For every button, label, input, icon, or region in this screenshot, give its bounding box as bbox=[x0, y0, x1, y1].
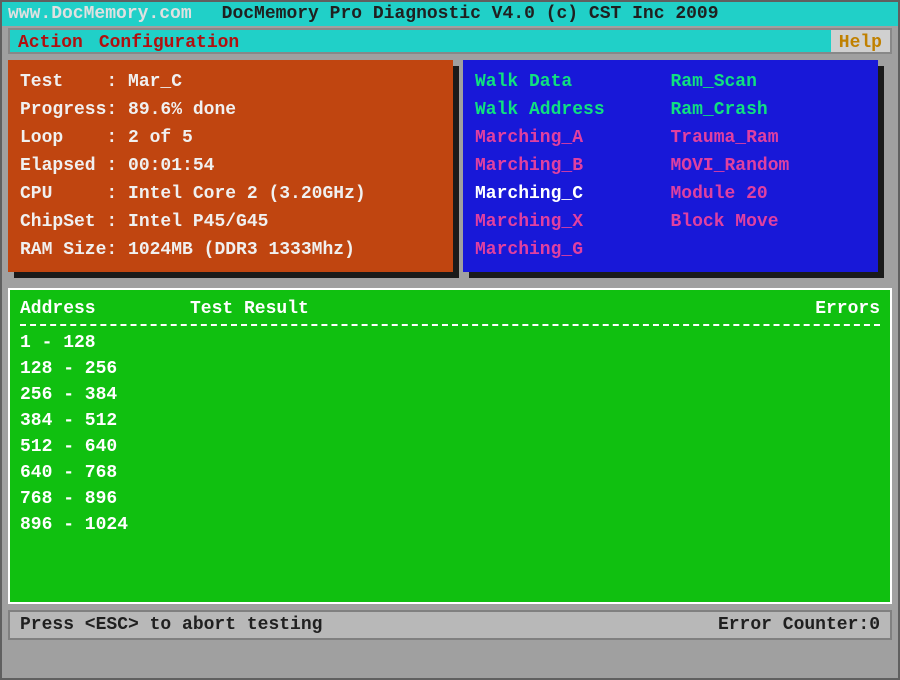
results-divider bbox=[20, 324, 880, 326]
chipset-label: ChipSet : bbox=[20, 212, 128, 232]
menu-help[interactable]: Help bbox=[831, 30, 890, 52]
test-marching-a: Marching_A bbox=[475, 124, 671, 152]
col-address: Address bbox=[20, 296, 190, 322]
test-label: Test : bbox=[20, 72, 128, 92]
result-row: 896 - 1024 bbox=[20, 512, 880, 538]
result-row: 384 - 512 bbox=[20, 408, 880, 434]
elapsed-value: 00:01:54 bbox=[128, 156, 214, 176]
test-marching-x: Marching_X bbox=[475, 208, 671, 236]
col-errors: Errors bbox=[760, 296, 880, 322]
menu-configuration[interactable]: Configuration bbox=[91, 30, 247, 52]
tests-col-2: Ram_Scan Ram_Crash Trauma_Ram MOVI_Rando… bbox=[671, 68, 867, 264]
bottom-bar: Press <ESC> to abort testing Error Count… bbox=[8, 610, 892, 640]
results-header: Address Test Result Errors bbox=[20, 296, 880, 322]
col-test-result: Test Result bbox=[190, 296, 760, 322]
test-marching-g: Marching_G bbox=[475, 236, 671, 264]
result-row: 1 - 128 bbox=[20, 330, 880, 356]
error-counter-label: Error Counter: bbox=[718, 612, 869, 638]
error-counter-value: 0 bbox=[869, 612, 880, 638]
test-movi-random: MOVI_Random bbox=[671, 152, 867, 180]
result-row: 512 - 640 bbox=[20, 434, 880, 460]
test-ram-scan: Ram_Scan bbox=[671, 68, 867, 96]
test-value: Mar_C bbox=[128, 72, 182, 92]
cpu-value: Intel Core 2 (3.20GHz) bbox=[128, 184, 366, 204]
test-ram-crash: Ram_Crash bbox=[671, 96, 867, 124]
test-block-move: Block Move bbox=[671, 208, 867, 236]
cpu-label: CPU : bbox=[20, 184, 128, 204]
result-row: 640 - 768 bbox=[20, 460, 880, 486]
ram-label: RAM Size: bbox=[20, 240, 128, 260]
result-row: 768 - 896 bbox=[20, 486, 880, 512]
result-row: 128 - 256 bbox=[20, 356, 880, 382]
test-trauma-ram: Trauma_Ram bbox=[671, 124, 867, 152]
vendor-url: www.DocMemory.com bbox=[8, 2, 192, 26]
status-panel: Test : Mar_C Progress: 89.6% done Loop :… bbox=[8, 60, 453, 272]
progress-label: Progress: bbox=[20, 100, 128, 120]
test-module-20: Module 20 bbox=[671, 180, 867, 208]
menu-action[interactable]: Action bbox=[10, 30, 91, 52]
ram-value: 1024MB (DDR3 1333Mhz) bbox=[128, 240, 355, 260]
elapsed-label: Elapsed : bbox=[20, 156, 128, 176]
content-area: Test : Mar_C Progress: 89.6% done Loop :… bbox=[2, 54, 898, 272]
tests-panel: Walk Data Walk Address Marching_A Marchi… bbox=[463, 60, 878, 272]
title-bar: www.DocMemory.com DocMemory Pro Diagnost… bbox=[2, 2, 898, 26]
loop-label: Loop : bbox=[20, 128, 128, 148]
chipset-value: Intel P45/G45 bbox=[128, 212, 268, 232]
test-marching-b: Marching_B bbox=[475, 152, 671, 180]
test-walk-address: Walk Address bbox=[475, 96, 671, 124]
results-panel: Address Test Result Errors 1 - 128 128 -… bbox=[8, 288, 892, 604]
test-marching-c-current: Marching_C bbox=[475, 180, 671, 208]
loop-value: 2 of 5 bbox=[128, 128, 193, 148]
result-row: 256 - 384 bbox=[20, 382, 880, 408]
test-walk-data: Walk Data bbox=[475, 68, 671, 96]
tests-col-1: Walk Data Walk Address Marching_A Marchi… bbox=[475, 68, 671, 264]
progress-value: 89.6% done bbox=[128, 100, 236, 120]
menu-bar: Action Configuration Help bbox=[8, 28, 892, 54]
app-frame: www.DocMemory.com DocMemory Pro Diagnost… bbox=[0, 0, 900, 680]
product-title: DocMemory Pro Diagnostic V4.0 (c) CST In… bbox=[222, 2, 892, 26]
abort-hint: Press <ESC> to abort testing bbox=[20, 612, 718, 638]
